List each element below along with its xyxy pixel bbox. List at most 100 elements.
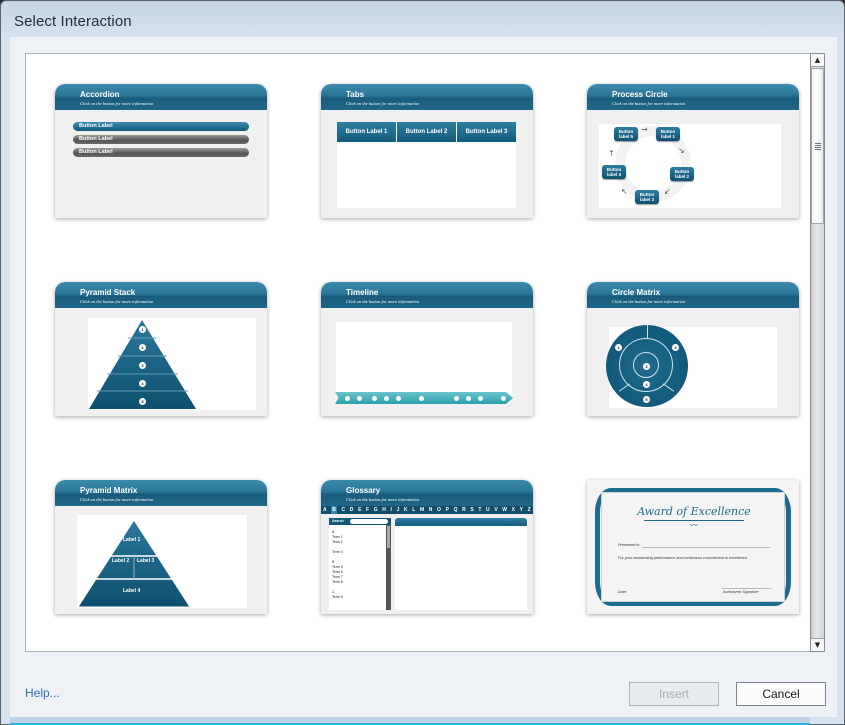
interaction-card-accordion[interactable]: Accordion Click on the button for more i… (55, 84, 267, 218)
card-subtitle: Click on the button for more information (612, 299, 686, 304)
certificate-signature-line (722, 588, 772, 589)
interaction-card-circle-matrix[interactable]: Circle Matrix Click on the button for mo… (587, 282, 799, 416)
circle-matrix-divider (647, 325, 648, 338)
certificate-date-label: Date: (618, 590, 628, 594)
card-title: Circle Matrix (612, 288, 661, 297)
timeline-point (396, 396, 401, 401)
interaction-card-pyramid-matrix[interactable]: Pyramid Matrix Click on the button for m… (55, 480, 267, 614)
arrow-up-icon: ↑ (608, 149, 615, 158)
accordion-button: Button Label (73, 148, 249, 157)
glossary-letter-t: T (478, 507, 482, 513)
circle-matrix-marker: 2 (672, 344, 679, 351)
card-header: Glossary Click on the button for more in… (321, 480, 533, 506)
certificate-title: Award of Excellence (637, 505, 751, 518)
card-title: Glossary (346, 486, 381, 495)
card-title: Pyramid Stack (80, 288, 136, 297)
glossary-entry: Term 2 (332, 540, 343, 544)
cancel-button[interactable]: Cancel (736, 682, 826, 706)
glossary-scrollbar (386, 525, 391, 610)
pyramid-matrix-label: Label 3 (137, 558, 155, 564)
glossary-letter-a: A (323, 507, 327, 513)
glossary-letter-k: K (404, 507, 408, 513)
glossary-letter-f: F (366, 507, 370, 513)
glossary-letter-y: Y (519, 507, 523, 513)
circle-matrix-divider (618, 383, 631, 392)
help-link[interactable]: Help... (25, 686, 60, 700)
certificate-body-text: For your outstanding performance and con… (618, 556, 749, 560)
card-title: Timeline (346, 288, 379, 297)
glossary-letter-h: H (382, 507, 386, 513)
timeline-point (466, 396, 471, 401)
glossary-letter-w: W (502, 507, 508, 513)
timeline-point (372, 396, 377, 401)
pyramid-level-marker: 2 (139, 344, 146, 351)
pyramid-level-marker: 1 (139, 326, 146, 333)
glossary-letter-q: Q (453, 507, 458, 513)
certificate-presented-to: Presented to (618, 543, 640, 547)
card-title: Tabs (346, 90, 365, 99)
card-header: Tabs Click on the button for more inform… (321, 84, 533, 110)
glossary-letter-b: B (331, 506, 337, 514)
arrow-down-icon: ↘ (678, 146, 685, 155)
insert-button[interactable]: Insert (629, 682, 719, 706)
interaction-card-timeline[interactable]: Timeline Click on the button for more in… (321, 282, 533, 416)
timeline-point (357, 396, 362, 401)
card-header: Pyramid Stack Click on the button for mo… (55, 282, 267, 308)
timeline-point (384, 396, 389, 401)
glossary-letter-z: Z (527, 507, 531, 513)
tab-button: Button Label 1 (337, 122, 397, 142)
certificate-signature-label: Authorized Signature (723, 590, 759, 594)
interaction-card-certificate[interactable]: Award of Excellence 〰 Presented to For y… (587, 480, 799, 614)
scroll-up-button[interactable]: ▲ (811, 54, 824, 67)
circle-matrix-marker: 1 (615, 344, 622, 351)
circle-matrix-marker: 3 (643, 363, 650, 370)
pyramid-level-marker: 3 (139, 362, 146, 369)
interaction-card-pyramid-stack[interactable]: Pyramid Stack Click on the button for mo… (55, 282, 267, 416)
circle-matrix-marker: 5 (643, 396, 650, 403)
glossary-term-list: Search A Term 1 Term 2 Term 4 B Term 5 Term 6T… (329, 518, 391, 610)
glossary-letter-s: S (470, 507, 474, 513)
timeline-preview-pane (336, 322, 512, 396)
gallery-scrollbar[interactable]: ▲ ▼ (810, 53, 825, 652)
glossary-entry: Term 9 (332, 595, 343, 599)
glossary-search-bar: Search (329, 518, 391, 525)
pyramid-matrix-preview-pane: Label 1 Label 2 Label 3 Label 4 (77, 515, 247, 608)
card-header: Accordion Click on the button for more i… (55, 84, 267, 110)
glossary-alphabet-bar: ABCDEFGHIJKLMNOPQRSTUVWXYZ (321, 506, 533, 514)
glossary-entry: Term 4 (332, 550, 343, 554)
process-node: Button label 5 (614, 127, 638, 141)
timeline-bar (335, 392, 513, 404)
card-subtitle: Click on the button for more information (346, 299, 420, 304)
flourish-icon: 〰 (690, 521, 698, 530)
glossary-letter-x: X (511, 507, 516, 513)
scroll-thumb[interactable] (811, 68, 824, 224)
certificate-body: Award of Excellence 〰 Presented to For y… (601, 492, 785, 602)
arrow-right-icon: → (641, 125, 648, 134)
card-subtitle: Click on the button for more information (80, 101, 154, 106)
scroll-down-button[interactable]: ▼ (811, 638, 824, 651)
interaction-gallery: Accordion Click on the button for more i… (25, 53, 811, 652)
glossary-letter-r: R (462, 507, 466, 513)
glossary-letter-n: N (428, 507, 433, 513)
pyramid-level-marker: 5 (139, 398, 146, 405)
pyramid-stack-graphic (89, 320, 196, 409)
circle-matrix-marker: 4 (643, 381, 650, 388)
glossary-entries: A Term 1 Term 2 Term 4 B Term 5 Term 6 Term 7 Te… (332, 530, 343, 600)
glossary-letter-p: P (445, 507, 449, 513)
glossary-letter-i: I (390, 507, 392, 513)
glossary-letter-v: V (494, 507, 498, 513)
interaction-card-glossary[interactable]: Glossary Click on the button for more in… (321, 480, 533, 614)
glossary-letter-l: L (412, 507, 416, 513)
card-header: Process Circle Click on the button for m… (587, 84, 799, 110)
card-subtitle: Click on the button for more information (612, 101, 686, 106)
timeline-point (345, 396, 350, 401)
glossary-letter-o: O (437, 507, 441, 513)
pyramid-preview-pane: 1 2 3 4 5 (88, 318, 256, 410)
card-header: Circle Matrix Click on the button for mo… (587, 282, 799, 308)
process-node: Button label 4 (602, 165, 626, 179)
card-header: Timeline Click on the button for more in… (321, 282, 533, 308)
interaction-card-process-circle[interactable]: Process Circle Click on the button for m… (587, 84, 799, 218)
circle-matrix-divider (662, 383, 675, 392)
interaction-card-tabs[interactable]: Tabs Click on the button for more inform… (321, 84, 533, 218)
card-subtitle: Click on the button for more information (80, 299, 154, 304)
